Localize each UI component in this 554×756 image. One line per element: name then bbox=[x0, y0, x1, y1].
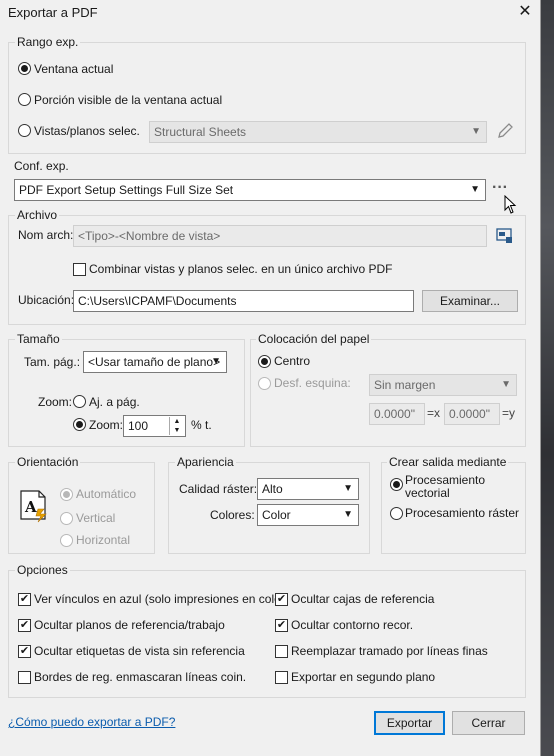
orientation-page-icon: A bbox=[19, 489, 51, 523]
file-group-label: Archivo bbox=[15, 208, 60, 222]
radio-current-window[interactable] bbox=[18, 62, 31, 75]
zoom-unit-label: % t. bbox=[191, 418, 212, 432]
chevron-down-icon: ▼ bbox=[211, 356, 221, 367]
placement-group-label: Colocación del papel bbox=[256, 332, 372, 346]
margin-combo[interactable]: Sin margen ▼ bbox=[369, 374, 517, 396]
option-checkbox-4[interactable]: ✔ bbox=[275, 619, 288, 632]
setup-combo[interactable]: PDF Export Setup Settings Full Size Set … bbox=[14, 179, 486, 201]
background-drawing-strip bbox=[540, 0, 554, 756]
views-sheets-combo[interactable]: Structural Sheets ▼ bbox=[149, 121, 487, 143]
setup-combo-value: PDF Export Setup Settings Full Size Set bbox=[19, 183, 234, 197]
file-name-edit-icon[interactable] bbox=[495, 226, 515, 246]
colors-combo[interactable]: Color ▼ bbox=[257, 504, 359, 526]
radio-fit-page[interactable] bbox=[73, 395, 86, 408]
file-name-field[interactable]: <Tipo>-<Nombre de vista> bbox=[73, 225, 487, 247]
views-sheets-combo-value: Structural Sheets bbox=[154, 125, 247, 139]
radio-center[interactable] bbox=[258, 355, 271, 368]
zoom-radio-label: Zoom: bbox=[89, 418, 124, 432]
option-checkbox-1[interactable]: ✔ bbox=[18, 593, 31, 606]
offset-y-label: =y bbox=[502, 406, 516, 420]
option-label-4: Ocultar contorno recor. bbox=[291, 618, 414, 632]
radio-horizontal[interactable] bbox=[60, 534, 73, 547]
file-name-label: Nom arch: bbox=[18, 228, 74, 242]
page-size-combo-value: <Usar tamaño de plano> bbox=[88, 355, 221, 369]
views-sheets-label: Vistas/planos selec. bbox=[34, 124, 140, 138]
radio-visible-portion[interactable] bbox=[18, 93, 31, 106]
export-button[interactable]: Exportar bbox=[374, 711, 445, 735]
raster-quality-label: Calidad ráster: bbox=[179, 482, 258, 496]
zoom-input-value: 100 bbox=[128, 419, 149, 433]
chevron-down-icon: ▼ bbox=[470, 184, 480, 195]
location-field[interactable]: C:\Users\ICPAMF\Documents bbox=[73, 290, 414, 312]
radio-vector[interactable] bbox=[390, 478, 403, 491]
range-group-label: Rango exp. bbox=[15, 35, 81, 49]
raster-label: Procesamiento ráster bbox=[405, 506, 520, 520]
combine-label: Combinar vistas y planos selec. en un ún… bbox=[89, 262, 393, 276]
chevron-down-icon: ▼ bbox=[471, 126, 481, 137]
radio-corner-offset[interactable] bbox=[258, 377, 271, 390]
offset-x-label: =x bbox=[427, 406, 441, 420]
fit-page-label: Aj. a pág. bbox=[89, 395, 140, 409]
radio-automatic[interactable] bbox=[60, 488, 73, 501]
location-label: Ubicación: bbox=[18, 293, 75, 307]
output-group-label: Crear salida mediante bbox=[387, 455, 509, 469]
option-checkbox-6[interactable] bbox=[275, 645, 288, 658]
offset-x-field[interactable]: 0.0000" bbox=[369, 403, 425, 425]
chevron-down-icon: ▼ bbox=[343, 483, 353, 494]
page-size-label: Tam. pág.: bbox=[24, 355, 81, 369]
option-label-7: Bordes de reg. enmascaran líneas coin. bbox=[34, 670, 247, 684]
raster-quality-value: Alto bbox=[262, 482, 283, 496]
radio-views-sheets[interactable] bbox=[18, 124, 31, 137]
current-window-label: Ventana actual bbox=[34, 62, 114, 76]
zoom-stepper[interactable]: ▲ ▼ bbox=[169, 417, 184, 435]
page-size-combo[interactable]: <Usar tamaño de plano> ▼ bbox=[83, 351, 227, 373]
offset-y-field[interactable]: 0.0000" bbox=[444, 403, 500, 425]
close-button[interactable]: ✕ bbox=[514, 1, 536, 23]
browse-button[interactable]: Examinar... bbox=[422, 290, 518, 312]
chevron-down-icon: ▼ bbox=[343, 509, 353, 520]
appearance-group-label: Apariencia bbox=[175, 455, 236, 469]
option-checkbox-5[interactable]: ✔ bbox=[18, 645, 31, 658]
corner-offset-label: Desf. esquina: bbox=[274, 376, 351, 390]
zoom-input[interactable]: 100 ▲ ▼ bbox=[123, 415, 186, 437]
radio-vertical[interactable] bbox=[60, 512, 73, 525]
option-checkbox-7[interactable] bbox=[18, 671, 31, 684]
help-link[interactable]: ¿Cómo puedo exportar a PDF? bbox=[8, 715, 175, 729]
radio-raster[interactable] bbox=[390, 507, 403, 520]
raster-quality-combo[interactable]: Alto ▼ bbox=[257, 478, 359, 500]
colors-label: Colores: bbox=[210, 508, 255, 522]
radio-zoom[interactable] bbox=[73, 418, 86, 431]
size-group-label: Tamaño bbox=[15, 332, 62, 346]
option-checkbox-2[interactable]: ✔ bbox=[275, 593, 288, 606]
zoom-section-label: Zoom: bbox=[38, 395, 73, 409]
option-label-1: Ver vínculos en azul (solo impresiones e… bbox=[34, 592, 289, 606]
option-label-3: Ocultar planos de referencia/trabajo bbox=[34, 618, 225, 632]
visible-portion-label: Porción visible de la ventana actual bbox=[34, 93, 223, 107]
center-label: Centro bbox=[274, 354, 311, 368]
option-checkbox-8[interactable] bbox=[275, 671, 288, 684]
chevron-down-icon: ▼ bbox=[501, 379, 511, 390]
margin-combo-value: Sin margen bbox=[374, 378, 436, 392]
option-label-8: Exportar en segundo plano bbox=[291, 670, 436, 684]
option-checkbox-3[interactable]: ✔ bbox=[18, 619, 31, 632]
svg-text:A: A bbox=[24, 498, 37, 516]
orientation-group-label: Orientación bbox=[15, 455, 81, 469]
setup-label: Conf. exp. bbox=[14, 159, 69, 173]
option-label-5: Ocultar etiquetas de vista sin referenci… bbox=[34, 644, 245, 658]
vertical-label: Vertical bbox=[76, 511, 116, 525]
close-dialog-button[interactable]: Cerrar bbox=[452, 711, 525, 735]
edit-pencil-icon[interactable] bbox=[495, 121, 515, 141]
mouse-cursor-icon bbox=[504, 194, 518, 215]
dialog-title: Exportar a PDF bbox=[8, 5, 98, 20]
colors-value: Color bbox=[262, 508, 291, 522]
horizontal-label: Horizontal bbox=[76, 533, 131, 547]
combine-checkbox[interactable] bbox=[73, 263, 86, 276]
export-pdf-dialog: Exportar a PDF ✕ Rango exp. Ventana actu… bbox=[0, 0, 541, 756]
option-label-6: Reemplazar tramado por líneas finas bbox=[291, 644, 488, 658]
automatic-label: Automático bbox=[76, 487, 137, 501]
options-group-label: Opciones bbox=[15, 563, 70, 577]
option-label-2: Ocultar cajas de referencia bbox=[291, 592, 435, 606]
vector-label: Procesamiento vectorial bbox=[405, 473, 486, 500]
